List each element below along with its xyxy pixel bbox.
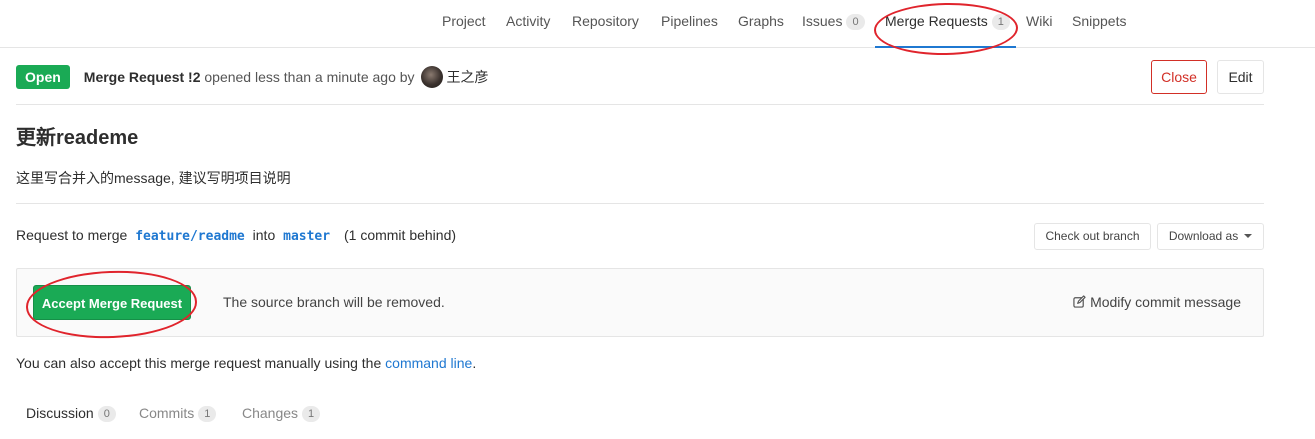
command-line-link[interactable]: command line [385, 355, 472, 371]
pencil-square-icon [1073, 295, 1086, 308]
download-as-dropdown[interactable]: Download as [1157, 223, 1264, 250]
merge-info: Request to merge feature/readme into mas… [16, 227, 456, 244]
merge-requests-count-badge: 1 [991, 14, 1010, 30]
nav-tab-wiki[interactable]: Wiki [1026, 0, 1052, 48]
accept-merge-request-button[interactable]: Accept Merge Request [33, 285, 191, 320]
tab-changes-label: Changes [242, 405, 299, 421]
issues-count-badge: 0 [846, 14, 865, 30]
nav-tab-graphs[interactable]: Graphs [738, 0, 784, 48]
commits-count-badge: 1 [198, 406, 217, 422]
manual-merge-hint: You can also accept this merge request m… [16, 355, 476, 371]
remove-source-branch-note: The source branch will be removed. [223, 294, 445, 310]
description-divider [16, 203, 1264, 204]
modify-commit-message-link[interactable]: Modify commit message [1073, 294, 1241, 310]
header-divider [16, 104, 1264, 105]
nav-tab-merge-requests-label: Merge Requests [885, 13, 988, 29]
discussion-count-badge: 0 [97, 406, 116, 422]
mr-description: 这里写合并入的message, 建议写明项目说明 [16, 170, 291, 186]
nav-tab-merge-requests[interactable]: Merge Requests 1 [875, 0, 1016, 48]
nav-tab-issues-label: Issues [802, 13, 843, 29]
commits-behind-text: (1 commit behind) [343, 227, 457, 243]
source-branch-link[interactable]: feature/readme [135, 229, 245, 244]
caret-down-icon [1244, 234, 1253, 238]
download-as-label: Download as [1168, 229, 1239, 243]
tab-discussion-label: Discussion [26, 405, 94, 421]
tab-changes[interactable]: Changes 1 [242, 405, 321, 422]
status-badge: Open [16, 65, 70, 89]
manual-merge-prefix: You can also accept this merge request m… [16, 355, 382, 371]
nav-tab-activity[interactable]: Activity [506, 0, 550, 48]
check-out-branch-button[interactable]: Check out branch [1034, 223, 1151, 250]
nav-tab-project[interactable]: Project [442, 0, 486, 48]
mr-reference: Merge Request !2 [83, 69, 201, 85]
modify-commit-message-label: Modify commit message [1090, 294, 1241, 310]
nav-tab-pipelines[interactable]: Pipelines [661, 0, 718, 48]
merge-widget: Accept Merge Request The source branch w… [16, 268, 1264, 337]
tab-commits-label: Commits [139, 405, 195, 421]
nav-tab-issues[interactable]: Issues 0 [802, 0, 865, 48]
edit-button[interactable]: Edit [1217, 60, 1264, 94]
avatar[interactable] [420, 66, 443, 88]
close-button[interactable]: Close [1151, 60, 1207, 94]
merge-prefix: Request to merge [16, 227, 128, 243]
author-name[interactable]: 王之彦 [447, 67, 489, 87]
tab-discussion[interactable]: Discussion 0 [26, 405, 116, 422]
changes-count-badge: 1 [302, 406, 321, 422]
mr-header: Open Merge Request !2 opened less than a… [16, 64, 1116, 90]
mr-meta: Merge Request !2 opened less than a minu… [84, 69, 415, 85]
project-nav: Project Activity Repository Pipelines Gr… [0, 0, 1315, 48]
manual-merge-suffix: . [472, 355, 477, 371]
page-title: 更新reademe [16, 127, 139, 149]
tab-commits[interactable]: Commits 1 [139, 405, 217, 422]
target-branch-link[interactable]: master [283, 229, 330, 244]
nav-tab-repository[interactable]: Repository [572, 0, 639, 48]
mr-opened-text: opened less than a minute ago by [204, 69, 415, 85]
nav-tab-snippets[interactable]: Snippets [1072, 0, 1126, 48]
merge-into-text: into [252, 227, 276, 243]
